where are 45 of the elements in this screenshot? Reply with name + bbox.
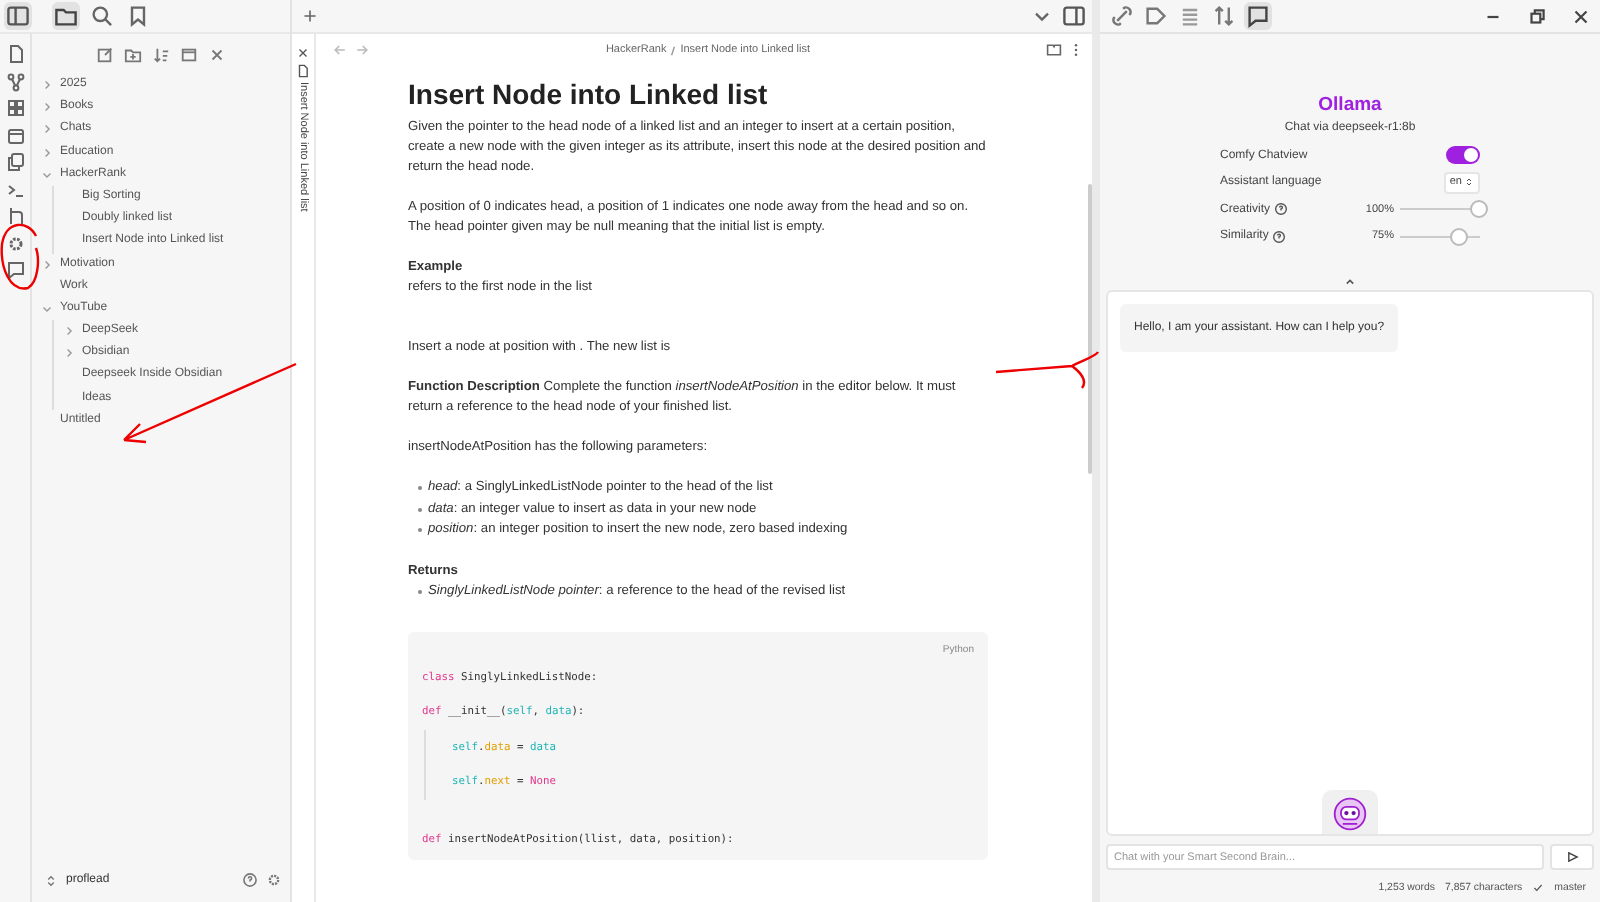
help-icon[interactable] bbox=[242, 872, 258, 888]
terminal-icon[interactable] bbox=[5, 179, 25, 199]
copy-icon[interactable] bbox=[5, 152, 25, 172]
gear-icon[interactable] bbox=[5, 233, 25, 253]
grid-icon[interactable] bbox=[5, 98, 25, 118]
edit-icon[interactable] bbox=[96, 45, 114, 63]
chevron-updown-icon[interactable] bbox=[44, 873, 58, 887]
close-icon[interactable] bbox=[1570, 5, 1592, 27]
calendar-icon[interactable] bbox=[5, 125, 25, 145]
slider-thumb[interactable] bbox=[1450, 227, 1468, 246]
help-icon[interactable] bbox=[1274, 202, 1289, 217]
send-icon bbox=[1565, 850, 1579, 864]
send-button[interactable] bbox=[1550, 844, 1594, 870]
close-icon[interactable] bbox=[208, 45, 226, 63]
file-icon[interactable] bbox=[5, 44, 25, 64]
link-icon[interactable] bbox=[1108, 2, 1136, 30]
restore-icon[interactable] bbox=[1526, 5, 1548, 27]
tag-icon[interactable] bbox=[1142, 2, 1170, 30]
chevron-updown-icon bbox=[1464, 176, 1474, 189]
file-icon bbox=[296, 64, 310, 78]
graph-icon[interactable] bbox=[5, 71, 25, 91]
circle-annotation bbox=[0, 223, 40, 290]
collapse-icon[interactable] bbox=[180, 45, 198, 63]
slider-thumb[interactable] bbox=[1470, 200, 1488, 219]
search-icon[interactable] bbox=[88, 2, 116, 30]
book-icon[interactable] bbox=[1046, 42, 1062, 58]
chat-icon[interactable] bbox=[5, 260, 25, 280]
help-icon[interactable] bbox=[1272, 229, 1287, 244]
sidebar-toggle-icon[interactable] bbox=[1060, 2, 1088, 30]
chevron-icon[interactable] bbox=[40, 257, 54, 272]
breadcrumb-separator bbox=[670, 43, 677, 57]
folder-plus-icon[interactable] bbox=[124, 45, 142, 63]
sidebar-toggle-icon[interactable] bbox=[4, 2, 32, 30]
sort-icon[interactable] bbox=[1210, 2, 1238, 30]
folder-icon[interactable] bbox=[52, 2, 80, 30]
chevron-up-icon[interactable] bbox=[1342, 274, 1358, 290]
check-icon bbox=[1532, 882, 1545, 894]
close-icon[interactable] bbox=[296, 46, 310, 60]
settings-icon[interactable] bbox=[266, 872, 282, 888]
toggle-switch[interactable] bbox=[1446, 146, 1480, 165]
sort-icon[interactable] bbox=[152, 45, 170, 63]
arrow-annotation bbox=[994, 350, 1100, 390]
chat-icon[interactable] bbox=[1244, 2, 1272, 30]
note-title: Insert Node into Linked list bbox=[408, 76, 770, 114]
assistant-title: Ollama bbox=[1318, 94, 1382, 116]
